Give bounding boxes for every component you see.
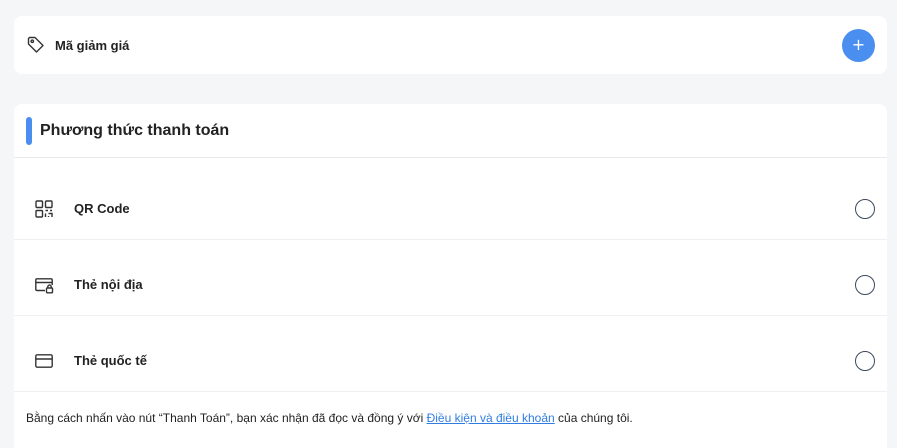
terms-link[interactable]: Điều kiện và điều khoản	[427, 411, 555, 425]
payment-method-international-card[interactable]: Thẻ quốc tế	[14, 330, 887, 392]
method-label: Thẻ quốc tế	[74, 353, 147, 368]
coupon-card: Mã giảm giá +	[14, 16, 887, 74]
add-coupon-button[interactable]: +	[842, 28, 875, 62]
terms-prefix: Bằng cách nhấn vào nút “Thanh Toán”, bạn…	[26, 411, 427, 425]
domestic-card-icon	[34, 275, 54, 295]
terms-suffix: của chúng tôi.	[554, 411, 633, 425]
international-card-radio[interactable]	[855, 350, 875, 371]
payment-method-domestic-card[interactable]: Thẻ nội địa	[14, 254, 887, 316]
credit-card-icon	[34, 351, 54, 371]
method-label: QR Code	[74, 201, 130, 216]
payment-method-qr-code[interactable]: QR Code	[14, 178, 887, 240]
qr-code-icon	[34, 199, 54, 219]
payment-method-card: Phương thức thanh toán QR Code Thẻ nội đ…	[14, 104, 887, 448]
payment-method-list: QR Code Thẻ nội địa Thẻ quốc tế	[14, 178, 887, 392]
tag-icon	[26, 35, 46, 55]
section-title: Phương thức thanh toán	[40, 121, 230, 139]
terms-notice: Bằng cách nhấn vào nút “Thanh Toán”, bạn…	[26, 411, 633, 425]
section-header: Phương thức thanh toán	[14, 104, 887, 158]
accent-bar	[26, 116, 32, 145]
coupon-label: Mã giảm giá	[55, 37, 130, 53]
domestic-card-radio[interactable]	[855, 274, 875, 295]
qr-code-radio[interactable]	[855, 198, 875, 219]
method-label: Thẻ nội địa	[74, 277, 143, 292]
